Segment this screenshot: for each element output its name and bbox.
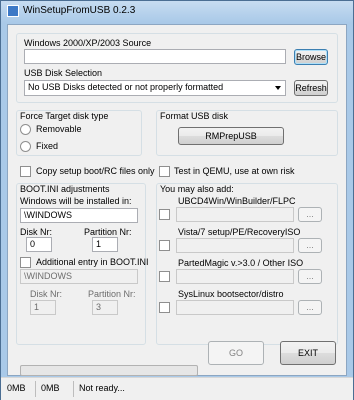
ubcd4win-checkbox[interactable] [159, 209, 170, 220]
status-size-left: 0MB [7, 383, 26, 393]
syslinux-label: SysLinux bootsector/distro [178, 289, 284, 299]
ubcd4win-browse-button[interactable]: ... [298, 207, 322, 222]
partedmagic-browse-button[interactable]: ... [298, 269, 322, 284]
title-bar[interactable]: WinSetupFromUSB 0.2.3 [1, 1, 353, 23]
vista-label: Vista/7 setup/PE/RecoveryISO [178, 227, 301, 237]
usb-disk-selected: No USB Disks detected or not properly fo… [28, 82, 224, 92]
status-bar: 0MB 0MB Not ready... [1, 377, 353, 400]
partition-nr-input[interactable]: 1 [92, 237, 118, 252]
usb-label: USB Disk Selection [24, 68, 103, 78]
partedmagic-checkbox[interactable] [159, 271, 170, 282]
fixed-label: Fixed [36, 141, 59, 151]
fixed-radio[interactable] [20, 141, 31, 152]
source-label: Windows 2000/XP/2003 Source [24, 38, 152, 48]
chevron-down-icon [275, 86, 281, 90]
source-path-input[interactable] [24, 49, 286, 64]
install-path-label: Windows will be installed in: [20, 196, 132, 206]
removable-label: Removable [36, 124, 82, 134]
main-panel: Windows 2000/XP/2003 Source Browse USB D… [7, 24, 347, 376]
vista-checkbox[interactable] [159, 240, 170, 251]
status-message: Not ready... [79, 383, 125, 393]
additional-entry-checkbox[interactable] [20, 257, 31, 268]
syslinux-path-input[interactable] [176, 300, 294, 315]
partedmagic-path-input[interactable] [176, 269, 294, 284]
syslinux-browse-button[interactable]: ... [298, 300, 322, 315]
vista-path-input[interactable] [176, 238, 294, 253]
app-icon [7, 5, 19, 17]
app-window: WinSetupFromUSB 0.2.3 Windows 2000/XP/20… [0, 0, 354, 400]
rmprepusb-button[interactable]: RMPrepUSB [178, 127, 284, 145]
force-type-title: Force Target disk type [20, 111, 109, 121]
bootini-title: BOOT.INI adjustments [20, 184, 110, 194]
progress-bar [20, 365, 198, 376]
format-title: Format USB disk [160, 111, 229, 121]
go-button[interactable]: GO [208, 341, 264, 365]
refresh-button[interactable]: Refresh [294, 80, 328, 96]
partedmagic-label: PartedMagic v.>3.0 / Other ISO [178, 258, 304, 268]
disk2-nr-label: Disk Nr: [30, 289, 62, 299]
browse-button[interactable]: Browse [294, 49, 328, 65]
status-size-middle: 0MB [41, 383, 60, 393]
usb-disk-select[interactable]: No USB Disks detected or not properly fo… [24, 80, 286, 96]
status-divider [73, 381, 74, 397]
window-title: WinSetupFromUSB 0.2.3 [23, 5, 136, 16]
install-path-input[interactable]: \WINDOWS [20, 208, 138, 223]
also-add-title: You may also add: [160, 184, 234, 194]
qemu-label: Test in QEMU, use at own risk [174, 166, 295, 176]
status-divider [35, 381, 36, 397]
copy-boot-checkbox[interactable] [20, 166, 31, 177]
exit-button[interactable]: EXIT [280, 341, 336, 365]
disk2-nr-input[interactable]: 1 [30, 300, 56, 315]
disk-nr-input[interactable]: 0 [26, 237, 52, 252]
vista-browse-button[interactable]: ... [298, 238, 322, 253]
additional-path-input[interactable]: \WINDOWS [20, 269, 138, 284]
ubcd4win-path-input[interactable] [176, 207, 294, 222]
copy-boot-label: Copy setup boot/RC files only [36, 166, 155, 176]
disk-nr-label: Disk Nr: [20, 227, 52, 237]
partition2-nr-input[interactable]: 3 [92, 300, 118, 315]
removable-radio[interactable] [20, 124, 31, 135]
syslinux-checkbox[interactable] [159, 302, 170, 313]
additional-entry-label: Additional entry in BOOT.INI [36, 257, 149, 267]
qemu-checkbox[interactable] [159, 166, 170, 177]
partition-nr-label: Partition Nr: [84, 227, 132, 237]
ubcd4win-label: UBCD4Win/WinBuilder/FLPC [178, 196, 296, 206]
partition2-nr-label: Partition Nr: [88, 289, 136, 299]
